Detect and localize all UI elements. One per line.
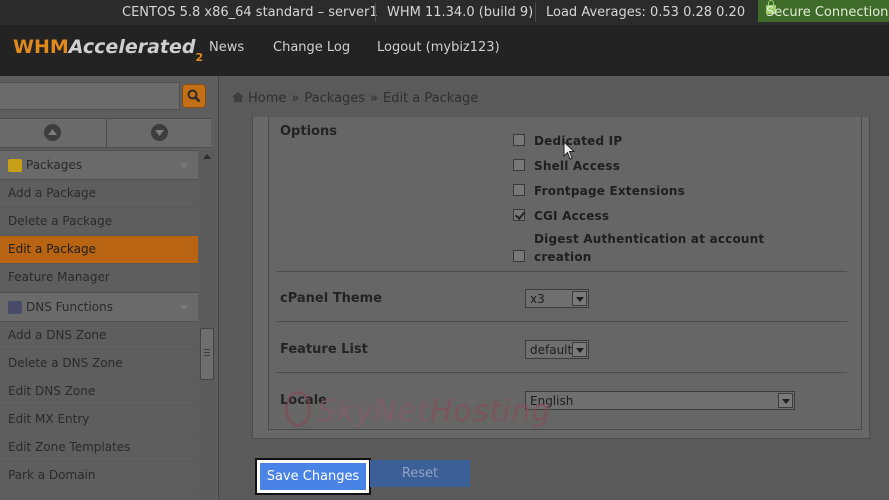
logo-whm: WHM <box>13 36 69 58</box>
chevron-down-icon <box>180 305 188 310</box>
sidebar-item-delete-dns-zone[interactable]: Delete a DNS Zone <box>0 350 198 378</box>
grip-line <box>204 355 210 356</box>
search-icon <box>187 89 201 103</box>
nav-logout-link[interactable]: Logout (mybiz123) <box>377 40 500 55</box>
breadcrumb-separator: » <box>291 91 300 106</box>
whm-version: WHM 11.34.0 (build 9) <box>387 5 534 20</box>
sidebar-item-label: Edit DNS Zone <box>8 384 96 398</box>
nav-changelog-link[interactable]: Change Log <box>273 40 350 55</box>
chevron-down-icon <box>180 163 188 168</box>
sidebar-item-label: Edit MX Entry <box>8 412 90 426</box>
sidebar-item-label: Edit Zone Templates <box>8 440 131 454</box>
sidebar-item-park-domain[interactable]: Park a Domain <box>0 462 198 490</box>
watermark-logo-icon <box>285 391 311 427</box>
row-divider <box>277 271 847 272</box>
dedicated-ip-label: Dedicated IP <box>534 134 623 148</box>
server-info: CENTOS 5.8 x86_64 standard – server1 <box>122 5 378 20</box>
feature-list-value: default <box>530 343 573 357</box>
logo-version: 2 <box>195 51 204 64</box>
secure-connection-badge: Secure Connection <box>758 0 889 22</box>
nav-news-link[interactable]: News <box>209 40 244 55</box>
dedicated-ip-checkbox[interactable] <box>513 134 525 146</box>
cgi-access-label: CGI Access <box>534 209 610 223</box>
digest-auth-label-line2: creation <box>534 250 592 264</box>
sidebar-item-edit-mx-entry[interactable]: Edit MX Entry <box>0 406 198 434</box>
sidebar-category-packages[interactable]: Packages <box>0 150 198 180</box>
sidebar-item-feature-manager[interactable]: Feature Manager <box>0 264 198 292</box>
home-icon <box>232 92 244 102</box>
sidebar-collapse-controls <box>0 118 211 148</box>
sidebar-item-add-dns-zone[interactable]: Add a DNS Zone <box>0 322 198 350</box>
sidebar-menu: Packages Add a Package Delete a Package … <box>0 150 198 490</box>
sidebar-category-dns[interactable]: DNS Functions <box>0 292 198 322</box>
dropdown-arrow-icon <box>572 342 587 357</box>
status-divider <box>375 3 376 22</box>
digest-auth-label: Digest Authentication at account <box>534 232 765 246</box>
secure-connection-label: Secure Connection <box>766 5 889 20</box>
whm-logo[interactable]: WHMAccelerated2 <box>13 36 203 64</box>
sidebar-item-add-package[interactable]: Add a Package <box>0 180 198 208</box>
cpanel-theme-label: cPanel Theme <box>280 291 383 306</box>
mouse-cursor-icon <box>563 141 576 160</box>
category-label: Packages <box>26 158 82 172</box>
cgi-access-checkbox[interactable] <box>513 209 525 221</box>
cpanel-theme-value: x3 <box>530 292 545 306</box>
breadcrumb-current: Edit a Package <box>383 91 479 106</box>
sidebar-item-label: Park a Domain <box>8 468 96 482</box>
arrow-down-icon <box>151 124 168 141</box>
sidebar-item-label: Edit a Package <box>8 242 96 256</box>
sidebar-item-edit-package[interactable]: Edit a Package <box>0 236 198 264</box>
row-divider <box>277 321 847 322</box>
reset-button[interactable]: Reset <box>370 460 470 487</box>
package-icon <box>8 159 22 172</box>
grip-line <box>204 349 210 350</box>
digest-auth-checkbox[interactable] <box>513 250 525 262</box>
sidebar-item-label: Delete a DNS Zone <box>8 356 123 370</box>
cpanel-theme-select[interactable]: x3 <box>525 289 589 308</box>
frontpage-extensions-label: Frontpage Extensions <box>534 184 686 198</box>
sidebar-item-label: Feature Manager <box>8 270 110 284</box>
status-divider <box>535 3 536 22</box>
scrollbar-thumb[interactable] <box>200 328 214 380</box>
watermark-sky: SkyNet <box>317 394 430 429</box>
sidebar-item-label: Add a DNS Zone <box>8 328 107 342</box>
arrow-up-icon <box>44 124 61 141</box>
breadcrumb-packages[interactable]: Packages <box>304 91 365 106</box>
sidebar-scrollbar[interactable] <box>199 150 215 500</box>
top-navigation: WHMAccelerated2 News Change Log Logout (… <box>0 25 889 76</box>
sidebar-item-label: Add a Package <box>8 186 96 200</box>
skynethosting-watermark: SkyNetHosting <box>285 385 552 429</box>
sidebar-item-delete-package[interactable]: Delete a Package <box>0 208 198 236</box>
feature-list-label: Feature List <box>280 342 368 357</box>
category-label: DNS Functions <box>26 300 113 314</box>
row-divider <box>277 372 847 373</box>
breadcrumb-home[interactable]: Home <box>248 91 286 106</box>
sidebar-item-label: Delete a Package <box>8 214 113 228</box>
save-changes-button[interactable]: Save Changes <box>255 458 371 495</box>
collapse-all-button[interactable] <box>106 119 211 148</box>
locale-select[interactable]: English <box>525 391 795 410</box>
logo-accelerated: Accelerated <box>68 36 196 58</box>
dns-icon <box>8 301 22 314</box>
dropdown-arrow-icon <box>778 393 793 408</box>
dropdown-arrow-icon <box>572 291 587 306</box>
sidebar-item-edit-zone-templates[interactable]: Edit Zone Templates <box>0 434 198 462</box>
sidebar-search-input[interactable] <box>0 82 180 110</box>
shell-access-checkbox[interactable] <box>513 159 525 171</box>
breadcrumb: Home » Packages » Edit a Package <box>232 91 478 106</box>
expand-all-button[interactable] <box>0 119 105 148</box>
load-averages: Load Averages: 0.53 0.28 0.20 <box>546 5 746 20</box>
feature-list-select[interactable]: default <box>525 340 589 359</box>
grip-line <box>204 352 210 353</box>
options-label: Options <box>280 124 337 139</box>
sidebar: Packages Add a Package Delete a Package … <box>0 76 219 500</box>
sidebar-item-edit-dns-zone[interactable]: Edit DNS Zone <box>0 378 198 406</box>
breadcrumb-separator: » <box>370 91 378 106</box>
search-button[interactable] <box>182 84 206 108</box>
server-status-bar: CENTOS 5.8 x86_64 standard – server1 WHM… <box>0 0 889 25</box>
scroll-up-icon[interactable] <box>203 154 211 159</box>
shell-access-label: Shell Access <box>534 159 621 173</box>
watermark-hosting: Hosting <box>429 394 552 429</box>
frontpage-extensions-checkbox[interactable] <box>513 184 525 196</box>
